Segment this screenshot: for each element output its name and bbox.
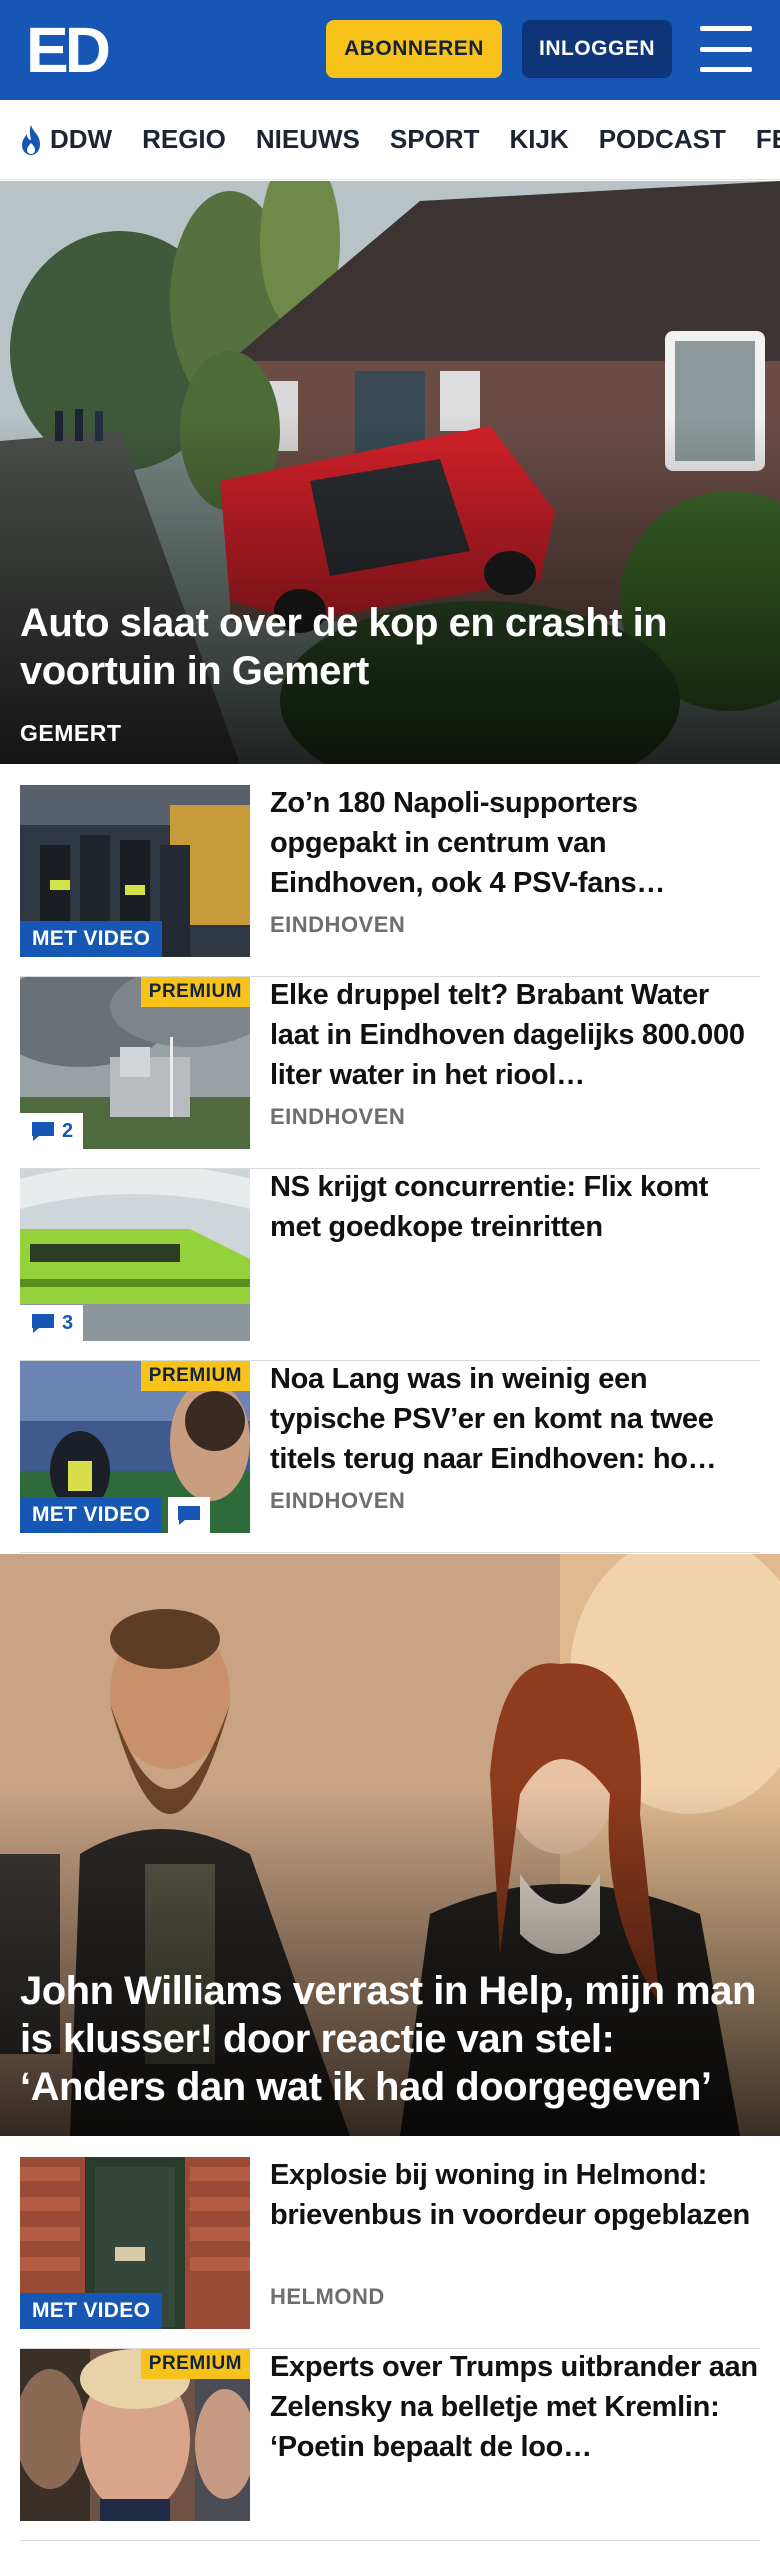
article-item[interactable]: MET VIDEO Explosie bij woning in Helmond…	[20, 2157, 760, 2349]
nav-item-regio[interactable]: REGIO	[142, 124, 226, 155]
article-item[interactable]: PREMIUM Experts over Trumps uitbrander a…	[20, 2349, 760, 2541]
section-nav: DDW REGIO NIEUWS SPORT KIJK PODCAST FEE	[0, 100, 780, 180]
nav-label: DDW	[50, 124, 113, 154]
article-title[interactable]: Zo’n 180 Napoli-supporters opgepakt in c…	[270, 783, 760, 903]
article-thumbnail: PREMIUM 2	[20, 977, 250, 1149]
login-button[interactable]: INLOGGEN	[522, 20, 672, 78]
nav-item-partial[interactable]: FEE	[756, 124, 780, 155]
article-title[interactable]: Explosie bij woning in Helmond: brievenb…	[270, 2155, 760, 2235]
hero-place: GEMERT	[20, 720, 122, 746]
article-thumbnail: 3	[20, 1169, 250, 1341]
nav-item-sport[interactable]: SPORT	[390, 124, 480, 155]
video-badge: MET VIDEO	[20, 2293, 163, 2329]
nav-item-ddw[interactable]: DDW	[18, 124, 112, 156]
article-thumbnail: PREMIUM MET VIDEO	[20, 1361, 250, 1533]
comment-icon	[178, 1506, 200, 1525]
article-place: EINDHOVEN	[270, 1104, 406, 1129]
article-title[interactable]: NS krijgt concurrentie: Flix komt met go…	[270, 1167, 760, 1247]
subscribe-button[interactable]: ABONNEREN	[326, 20, 502, 78]
video-badge: MET VIDEO	[20, 1497, 163, 1533]
hero-title[interactable]: John Williams verrast in Help, mijn man …	[20, 1967, 760, 2111]
comment-icon	[32, 1314, 54, 1333]
comment-count-badge[interactable]: 3	[20, 1305, 84, 1341]
hero-article[interactable]: John Williams verrast in Help, mijn man …	[0, 1554, 780, 2136]
article-item[interactable]: MET VIDEO Zo’n 180 Napoli-supporters opg…	[20, 785, 760, 977]
nav-item-kijk[interactable]: KIJK	[509, 124, 568, 155]
article-item[interactable]: PREMIUM MET VIDEO Noa Lang was in weinig…	[20, 1361, 760, 1553]
article-place: EINDHOVEN	[270, 912, 406, 937]
video-badge: MET VIDEO	[20, 921, 163, 957]
article-thumbnail: PREMIUM	[20, 2349, 250, 2521]
comment-count: 3	[62, 1311, 74, 1334]
nav-item-podcast[interactable]: PODCAST	[599, 124, 726, 155]
premium-badge: PREMIUM	[140, 977, 250, 1007]
site-logo[interactable]: ED	[26, 18, 111, 82]
comment-icon	[32, 1122, 54, 1141]
article-title[interactable]: Experts over Trumps uitbrander aan Zelen…	[270, 2347, 760, 2467]
article-thumbnail: MET VIDEO	[20, 2157, 250, 2329]
article-thumbnail: MET VIDEO	[20, 785, 250, 957]
site-header: ED ABONNEREN INLOGGEN	[0, 0, 780, 100]
article-item[interactable]: 3 NS krijgt concurrentie: Flix komt met …	[20, 1169, 760, 1361]
article-place: EINDHOVEN	[270, 1488, 406, 1513]
premium-badge: PREMIUM	[140, 2349, 250, 2379]
article-title[interactable]: Elke druppel telt? Brabant Water laat in…	[270, 975, 760, 1095]
article-place: HELMOND	[270, 2284, 385, 2309]
comment-count-badge[interactable]: 2	[20, 1113, 84, 1149]
nav-item-nieuws[interactable]: NIEUWS	[256, 124, 360, 155]
hero-article[interactable]: Auto slaat over de kop en crasht in voor…	[0, 181, 780, 764]
premium-badge: PREMIUM	[140, 1361, 250, 1391]
hero-title[interactable]: Auto slaat over de kop en crasht in voor…	[20, 599, 760, 695]
article-title[interactable]: Noa Lang was in weinig een typische PSV’…	[270, 1359, 760, 1479]
flame-icon	[22, 124, 40, 155]
comment-badge[interactable]	[168, 1497, 210, 1533]
comment-count: 2	[62, 1119, 74, 1142]
article-item[interactable]: PREMIUM 2 Elke druppel telt? Brabant Wat…	[20, 977, 760, 1169]
hamburger-menu-icon[interactable]	[700, 26, 752, 72]
